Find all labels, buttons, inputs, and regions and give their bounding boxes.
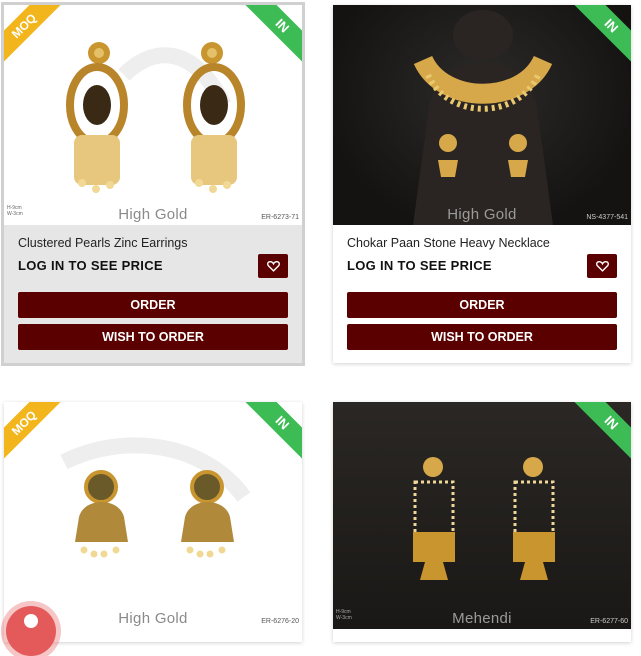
- product-image[interactable]: High Gold ER-6276-20 IN MOQ: [4, 402, 302, 629]
- price-login-prompt: LOG IN TO SEE PRICE: [347, 258, 492, 273]
- product-card[interactable]: H-9cm W-3cm Mehendi ER-6277-60 IN: [333, 402, 631, 642]
- wishlist-button[interactable]: [258, 254, 288, 278]
- wish-to-order-button[interactable]: WISH TO ORDER: [18, 324, 288, 350]
- price-login-prompt: LOG IN TO SEE PRICE: [18, 258, 163, 273]
- wish-to-order-button[interactable]: WISH TO ORDER: [347, 324, 617, 350]
- product-title[interactable]: Clustered Pearls Zinc Earrings: [18, 236, 288, 254]
- earrings-image: [60, 437, 251, 558]
- product-image[interactable]: High Gold NS-4377-541 IN: [333, 5, 631, 225]
- product-card[interactable]: H-9cm W-3cm High Gold ER-6273-71 IN MOQ C…: [4, 5, 302, 363]
- heart-icon: [266, 260, 280, 272]
- order-button[interactable]: ORDER: [347, 292, 617, 318]
- product-code: NS-4377-541: [586, 214, 628, 221]
- watermark: Mehendi: [452, 610, 512, 627]
- product-image[interactable]: H-9cm W-3cm High Gold ER-6273-71 IN MOQ: [4, 5, 302, 225]
- necklace-image: [413, 10, 553, 225]
- chat-button[interactable]: [6, 606, 56, 656]
- watermark: High Gold: [118, 206, 188, 223]
- product-code: ER-6277-60: [590, 618, 628, 625]
- product-title[interactable]: Chokar Paan Stone Heavy Necklace: [347, 236, 617, 254]
- earrings-image: [413, 457, 555, 580]
- product-image[interactable]: H-9cm W-3cm Mehendi ER-6277-60 IN: [333, 402, 631, 629]
- wishlist-button[interactable]: [587, 254, 617, 278]
- product-code: ER-6276-20: [261, 618, 299, 625]
- chat-icon: [24, 614, 38, 628]
- product-card[interactable]: High Gold ER-6276-20 IN MOQ: [4, 402, 302, 642]
- product-card[interactable]: High Gold NS-4377-541 IN Chokar Paan Sto…: [333, 5, 631, 363]
- order-button[interactable]: ORDER: [18, 292, 288, 318]
- heart-icon: [595, 260, 609, 272]
- earrings-image: [66, 42, 245, 193]
- product-code: ER-6273-71: [261, 214, 299, 221]
